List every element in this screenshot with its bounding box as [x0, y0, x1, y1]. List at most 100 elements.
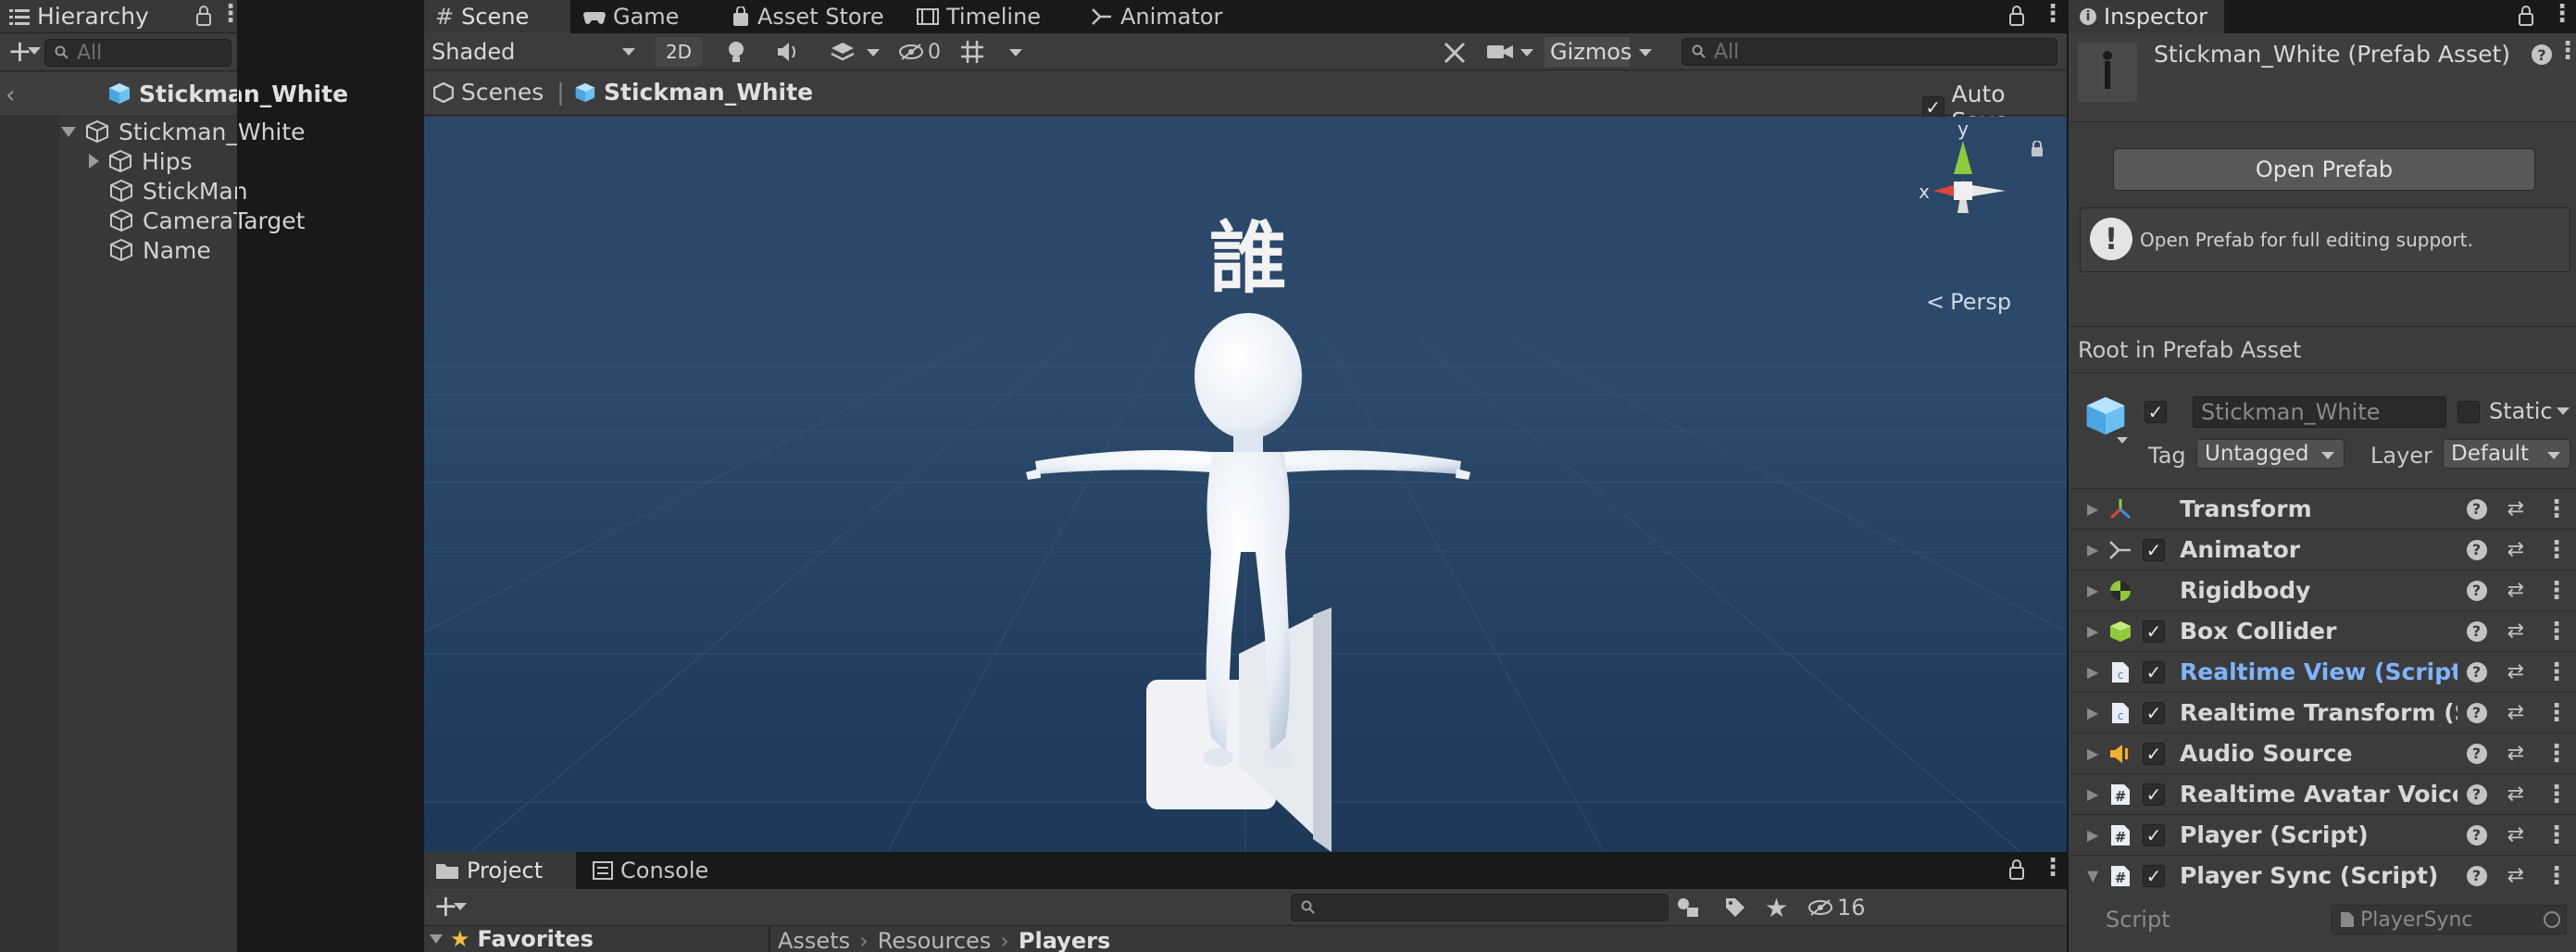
chevron-down-icon[interactable] [1639, 49, 1652, 56]
help-icon[interactable]: ? [2466, 620, 2487, 642]
component-player[interactable]: ▶ # ✓ Player (Script) ? ⇄ ⋮ [2070, 814, 2576, 855]
static-dropdown[interactable]: Static [2489, 398, 2570, 424]
filter-by-type-icon[interactable] [1676, 896, 1702, 919]
presets-icon[interactable]: ⇄ [2507, 538, 2524, 561]
component-player-sync[interactable]: ▼ # ✓ Player Sync (Script) ? ⇄ ⋮ [2070, 855, 2576, 896]
panel-divider[interactable] [237, 0, 239, 952]
component-realtime-view[interactable]: ▶ c ✓ Realtime View (Script) ? ⇄ ⋮ [2070, 651, 2576, 692]
component-audio-source[interactable]: ▶ ✓ Audio Source ? ⇄ ⋮ [2070, 733, 2576, 773]
tree-item-cameratarget[interactable]: CameraTarget [109, 206, 305, 235]
collapsed-arrow-icon[interactable]: ▶ [2087, 745, 2098, 762]
tab-animator[interactable]: Animator [1080, 0, 1233, 33]
tag-dropdown[interactable]: Untagged [2196, 439, 2345, 469]
component-enabled-checkbox[interactable]: ✓ [2143, 742, 2165, 765]
audio-toggle-icon[interactable] [776, 41, 800, 63]
chevron-down-icon[interactable] [2117, 437, 2128, 444]
more-options-icon[interactable]: ⋮ [2545, 862, 2569, 890]
static-checkbox[interactable] [2457, 401, 2480, 423]
scene-search-input[interactable]: All [1682, 38, 2057, 66]
collapsed-arrow-icon[interactable]: ▶ [2087, 704, 2098, 721]
presets-icon[interactable]: ⇄ [2507, 497, 2524, 520]
component-rigidbody[interactable]: ▶ Rigidbody ? ⇄ ⋮ [2070, 570, 2576, 610]
presets-icon[interactable]: ⇄ [2507, 701, 2524, 724]
prefab-breadcrumb[interactable]: Stickman_White [574, 79, 813, 106]
scene-visibility-toggle[interactable]: 0 [898, 37, 941, 67]
tree-item-name[interactable]: Name [109, 235, 211, 265]
collapsed-arrow-icon[interactable]: ▶ [2087, 622, 2098, 640]
presets-icon[interactable]: ⇄ [2507, 579, 2524, 602]
toggle-2d-button[interactable]: 2D [656, 37, 702, 67]
component-realtime-avatar-voice[interactable]: ▶ # ✓ Realtime Avatar Voice (Script) ? ⇄ ⋮ [2070, 773, 2576, 814]
collapsed-arrow-icon[interactable]: ▶ [2087, 826, 2098, 844]
panel-divider[interactable] [2067, 0, 2069, 952]
component-realtime-transform[interactable]: ▶ c ✓ Realtime Transform (Script) ? ⇄ ⋮ [2070, 692, 2576, 733]
help-icon[interactable]: ? [2466, 661, 2487, 683]
help-icon[interactable]: ? [2466, 743, 2487, 764]
filter-by-label-icon[interactable] [1724, 896, 1746, 919]
more-options-icon[interactable]: ⋮ [2041, 854, 2065, 882]
help-icon[interactable]: ? [2532, 44, 2552, 65]
more-options-icon[interactable]: ⋮ [2545, 781, 2569, 808]
back-chevron-icon[interactable]: ‹ [6, 81, 15, 109]
more-options-icon[interactable]: ⋮ [2545, 577, 2569, 605]
chevron-down-icon[interactable] [28, 47, 41, 55]
more-options-icon[interactable]: ⋮ [2545, 821, 2569, 849]
chevron-down-icon[interactable] [1009, 49, 1022, 56]
persp-toggle[interactable]: < Persp [1926, 289, 2011, 315]
shading-mode-dropdown[interactable]: Shaded [424, 33, 644, 70]
tab-console[interactable]: Console [581, 852, 719, 889]
chevron-down-icon[interactable] [454, 903, 467, 910]
help-icon[interactable]: ? [2466, 702, 2487, 723]
chevron-down-icon[interactable] [1520, 49, 1533, 56]
camera-icon[interactable] [1487, 43, 1515, 61]
favorites-tree-item[interactable]: ★ Favorites [430, 926, 763, 952]
auto-save-checkbox[interactable]: ✓ [1922, 96, 1945, 119]
help-icon[interactable]: ? [2466, 580, 2487, 601]
scenes-breadcrumb[interactable]: Scenes | [433, 79, 565, 106]
presets-icon[interactable]: ⇄ [2507, 864, 2524, 887]
collapsed-arrow-icon[interactable]: ▶ [2087, 785, 2098, 803]
tab-inspector[interactable]: i Inspector [2069, 0, 2224, 33]
tab-project[interactable]: Project [424, 852, 576, 889]
scene-viewport[interactable]: 誰 y x < Persp [424, 117, 2067, 852]
tree-item-stickman[interactable]: StickMan [109, 176, 248, 206]
presets-icon[interactable]: ⇄ [2507, 823, 2524, 846]
expand-arrow-icon[interactable]: ▼ [2087, 867, 2098, 884]
more-options-icon[interactable]: ⋮ [219, 0, 243, 28]
favorite-star-icon[interactable]: ★ [1765, 893, 1788, 923]
more-options-icon[interactable]: ⋮ [2545, 536, 2569, 564]
more-options-icon[interactable]: ⋮ [2041, 0, 2065, 28]
hierarchy-tab[interactable]: Hierarchy [37, 3, 149, 30]
component-enabled-checkbox[interactable]: ✓ [2143, 783, 2165, 806]
collapsed-arrow-icon[interactable] [89, 154, 99, 169]
component-enabled-checkbox[interactable]: ✓ [2143, 660, 2165, 683]
tools-icon[interactable] [1443, 41, 1467, 65]
lock-icon[interactable] [2517, 5, 2535, 27]
hierarchy-search-input[interactable]: All [44, 39, 231, 67]
component-box-collider[interactable]: ▶ ✓ Box Collider ? ⇄ ⋮ [2070, 610, 2576, 651]
help-icon[interactable]: ? [2466, 783, 2487, 805]
presets-icon[interactable]: ⇄ [2507, 742, 2524, 765]
gameobject-icon[interactable] [2083, 393, 2128, 439]
more-options-icon[interactable]: ⋮ [2545, 618, 2569, 645]
more-options-icon[interactable]: ⋮ [2545, 658, 2569, 686]
help-icon[interactable]: ? [2466, 824, 2487, 846]
path-segment[interactable]: Resources [878, 928, 992, 952]
object-name-field[interactable]: Stickman_White [2193, 396, 2446, 428]
component-transform[interactable]: ▶ Transform ? ⇄ ⋮ [2070, 488, 2576, 529]
path-segment[interactable]: Players [1019, 928, 1110, 952]
component-enabled-checkbox[interactable]: ✓ [2143, 701, 2165, 724]
more-options-icon[interactable]: ⋮ [2545, 699, 2569, 727]
path-segment[interactable]: Assets [778, 928, 850, 952]
chevron-down-icon[interactable] [867, 49, 880, 56]
tab-game[interactable]: Game [572, 0, 690, 33]
project-search-input[interactable] [1291, 894, 1669, 921]
collapsed-arrow-icon[interactable]: ▶ [2087, 582, 2098, 599]
effects-toggle-icon[interactable] [830, 41, 856, 63]
expand-arrow-icon[interactable] [430, 934, 443, 944]
tree-item-hips[interactable]: Hips [89, 146, 193, 176]
tab-timeline[interactable]: Timeline [906, 0, 1052, 33]
lock-icon[interactable] [194, 5, 213, 27]
more-options-icon[interactable]: ⋮ [2545, 495, 2569, 523]
component-enabled-checkbox[interactable]: ✓ [2143, 620, 2165, 643]
